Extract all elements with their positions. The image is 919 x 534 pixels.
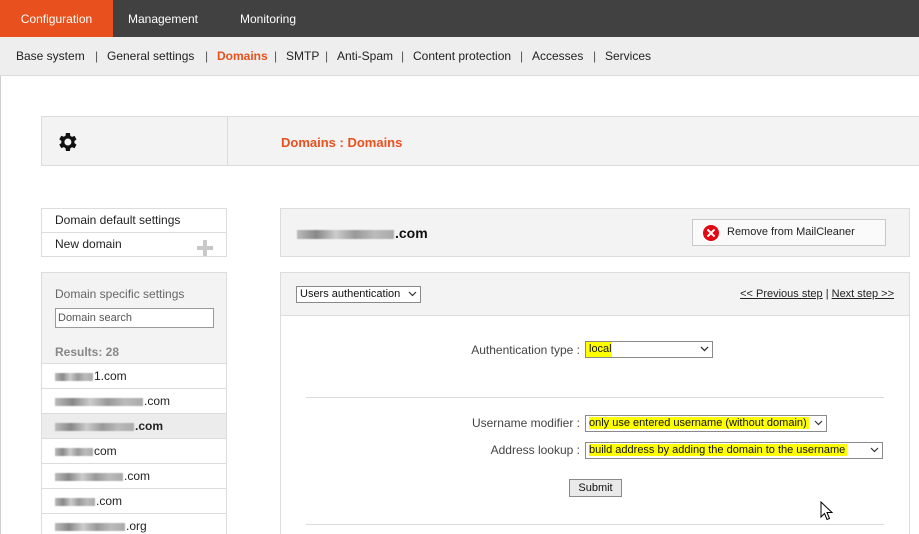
settings-panel-header: Users authentication << Previous step | … <box>281 273 909 316</box>
domain-suffix: com <box>94 444 117 458</box>
tab-monitoring[interactable]: Monitoring <box>226 0 310 37</box>
redacted-text <box>55 372 93 381</box>
submit-button[interactable]: Submit <box>569 479 622 497</box>
subnav-separator: | <box>520 49 524 63</box>
address-lookup-select[interactable]: build address by adding the domain to th… <box>585 442 883 459</box>
username-modifier-value: only use entered username (without domai… <box>589 417 809 429</box>
address-lookup-label: Address lookup : <box>490 443 580 457</box>
subnav-separator: | <box>593 49 597 63</box>
chevron-down-icon <box>870 447 879 453</box>
chevron-down-icon <box>814 420 823 426</box>
plus-icon[interactable] <box>197 240 213 256</box>
tab-configuration[interactable]: Configuration <box>0 0 113 37</box>
redacted-text <box>297 229 394 239</box>
top-navigation: Configuration Management Monitoring <box>0 0 919 37</box>
domain-search-input[interactable] <box>55 308 214 328</box>
domain-name: .com <box>297 209 428 258</box>
authentication-type-label: Authentication type : <box>471 343 580 357</box>
address-lookup-value: build address by adding the domain to th… <box>589 444 848 456</box>
domain-specific-panel: Domain specific settings Results: 28 1.c… <box>41 272 227 534</box>
username-modifier-label: Username modifier : <box>471 416 580 430</box>
subnav-separator: | <box>274 49 278 63</box>
subnav-general-settings[interactable]: General settings <box>107 37 194 76</box>
step-navigation: << Previous step | Next step >> <box>740 288 894 300</box>
section-select-value: Users authentication <box>300 288 401 300</box>
domain-suffix: .com <box>144 394 171 408</box>
new-domain-link[interactable]: New domain <box>42 233 226 256</box>
domain-list-item[interactable]: .com <box>42 463 226 488</box>
divider <box>306 524 884 525</box>
domain-suffix: .com <box>96 494 123 508</box>
domain-suffix: 1.com <box>94 369 127 383</box>
remove-icon <box>703 225 719 241</box>
subnav-separator: | <box>205 49 209 63</box>
subnav-base-system[interactable]: Base system <box>16 37 85 76</box>
remove-domain-label: Remove from MailCleaner <box>727 226 855 238</box>
results-count: Results: 28 <box>55 345 120 359</box>
domain-name-suffix: .com <box>395 225 428 241</box>
chevron-down-icon <box>700 346 709 352</box>
domain-suffix: .org <box>126 519 147 533</box>
sub-navigation: Base system | General settings | Domains… <box>0 37 919 76</box>
subnav-accesses[interactable]: Accesses <box>532 37 583 76</box>
authentication-type-select-overlay: local <box>585 341 713 358</box>
redacted-text <box>55 397 143 406</box>
mouse-cursor-icon <box>820 501 834 521</box>
subnav-smtp[interactable]: SMTP <box>286 37 319 76</box>
username-modifier-select[interactable]: only use entered username (without domai… <box>585 415 827 432</box>
subnav-services[interactable]: Services <box>605 37 651 76</box>
subnav-separator: | <box>401 49 405 63</box>
domain-list-item[interactable]: 1.com <box>42 363 226 388</box>
gear-icon <box>59 133 77 151</box>
domain-list-item-selected[interactable]: .com <box>42 413 226 438</box>
redacted-text <box>55 422 134 431</box>
domain-list-item[interactable]: .org <box>42 513 226 534</box>
page-title: Domains : Domains <box>281 135 403 150</box>
chevron-down-icon <box>408 291 417 297</box>
domain-list-item[interactable]: .com <box>42 388 226 413</box>
subnav-domains[interactable]: Domains <box>217 37 268 76</box>
tab-management[interactable]: Management <box>113 0 213 37</box>
subnav-separator: | <box>95 49 99 63</box>
domain-list-item[interactable]: .com <box>42 488 226 513</box>
domain-actions-menu: Domain default settings New domain <box>41 208 227 257</box>
redacted-text <box>55 497 95 506</box>
page-header: Domains : Domains <box>41 116 919 166</box>
divider <box>306 397 884 398</box>
subnav-anti-spam[interactable]: Anti-Spam <box>337 37 393 76</box>
authentication-type-value: local <box>589 343 612 355</box>
new-domain-label: New domain <box>55 237 122 251</box>
redacted-text <box>55 472 123 481</box>
header-icon-cell <box>42 117 228 165</box>
step-separator: | <box>825 288 829 300</box>
domain-default-settings-link[interactable]: Domain default settings <box>42 209 226 233</box>
section-select[interactable]: Users authentication <box>296 286 421 303</box>
remove-domain-button[interactable]: Remove from MailCleaner <box>692 219 886 246</box>
domain-specific-title: Domain specific settings <box>55 287 185 301</box>
redacted-text <box>55 522 125 531</box>
domain-list-item[interactable]: com <box>42 438 226 463</box>
subnav-content-protection[interactable]: Content protection <box>413 37 511 76</box>
redacted-text <box>55 447 93 456</box>
domain-header: .com Remove from MailCleaner <box>280 208 910 257</box>
next-step-link[interactable]: Next step >> <box>832 288 894 300</box>
subnav-separator: | <box>325 49 329 63</box>
domain-suffix: .com <box>135 419 164 433</box>
page-left-border <box>0 76 1 534</box>
domain-suffix: .com <box>124 469 151 483</box>
previous-step-link[interactable]: << Previous step <box>740 288 823 300</box>
